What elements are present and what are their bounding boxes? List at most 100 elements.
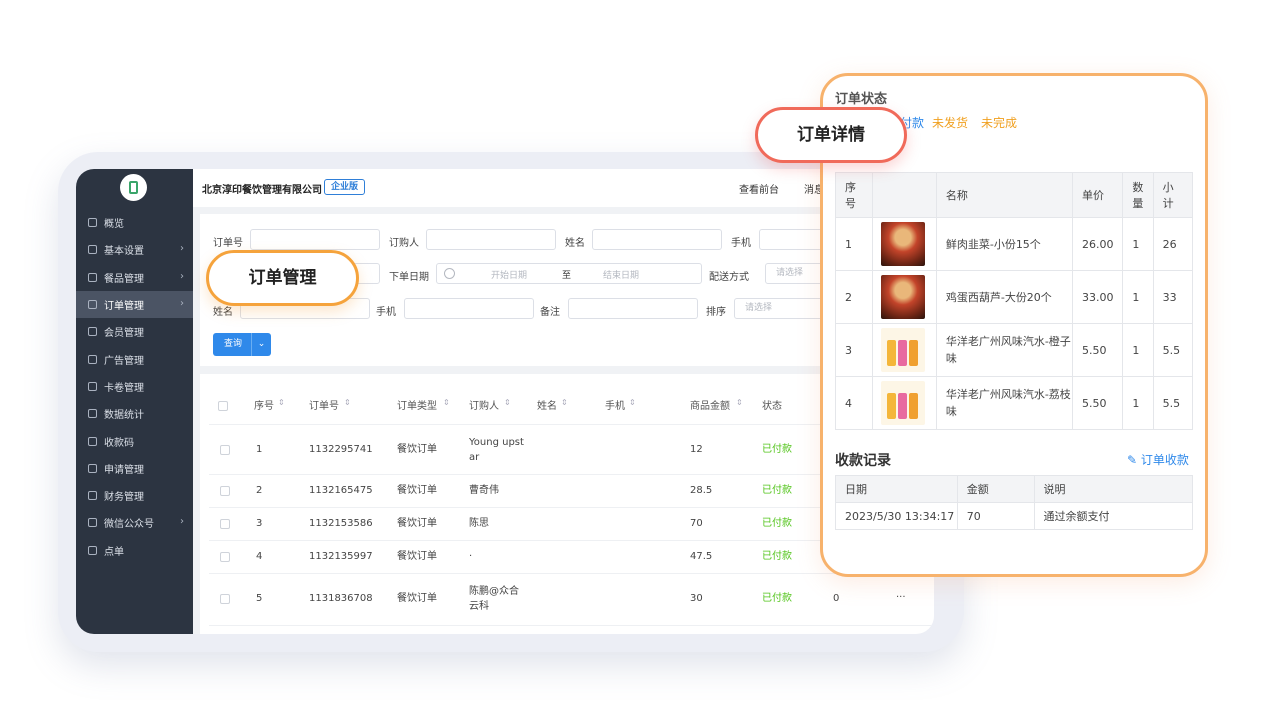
- payment-date: 2023/5/30 13:34:17: [835, 502, 958, 530]
- row-order-type: 餐饮订单: [397, 443, 437, 455]
- row-order-no: 1132295741: [309, 443, 373, 455]
- end-date: 结束日期: [603, 271, 640, 281]
- item-subtotal: 26: [1152, 217, 1194, 271]
- status-unfinished: 未完成: [981, 116, 1018, 130]
- phone-label: 手机: [731, 238, 751, 249]
- row-buyer: ·: [469, 550, 473, 562]
- row-status: 已付款: [762, 443, 792, 455]
- item-index: 4: [834, 376, 874, 430]
- row-checkbox[interactable]: [220, 551, 230, 562]
- select-all-checkbox[interactable]: [218, 401, 228, 411]
- more-actions-button[interactable]: ···: [896, 590, 906, 605]
- row-status: 已付款: [762, 484, 792, 496]
- item-name: 鸡蛋西葫芦-大份20个: [935, 270, 1073, 324]
- row-status: 已付款: [762, 517, 792, 529]
- detail-header-cell: 小 计: [1152, 172, 1194, 218]
- can-shape: [887, 393, 897, 419]
- item-qty: 1: [1122, 217, 1154, 271]
- can-shape: [909, 340, 919, 366]
- table-header-cell: 订单类型: [397, 401, 437, 412]
- payment-body: 2023/5/30 13:34:17 70 通过余额支付: [835, 502, 1194, 530]
- item-name: 鲜肉韭菜-小份15个: [935, 217, 1073, 271]
- row-order-type: 餐饮订单: [397, 517, 437, 529]
- name-label: 姓名: [565, 238, 585, 249]
- collect-payment-label: 订单收款: [1140, 453, 1189, 467]
- row-buyer: 陈思: [469, 517, 489, 529]
- row-order-no: 1132165475: [309, 484, 373, 496]
- soda-cans-image: [881, 381, 926, 425]
- clock-icon: [444, 268, 455, 279]
- name-input[interactable]: [592, 229, 722, 250]
- row-checkbox[interactable]: [220, 594, 230, 604]
- detail-header-cell: 序 号: [834, 172, 874, 218]
- table-divider: [209, 573, 934, 574]
- row-index: 5: [256, 593, 263, 604]
- item-subtotal: 5.5: [1152, 323, 1194, 377]
- can-shape: [898, 393, 908, 419]
- order-date-label: 下单日期: [389, 272, 429, 283]
- row-index: 1: [256, 443, 263, 455]
- row-checkbox[interactable]: [220, 485, 230, 496]
- row-checkbox[interactable]: [220, 518, 230, 529]
- sort-icon[interactable]: ⇕: [561, 398, 568, 407]
- date-range-picker[interactable]: 开始日期 至 结束日期: [436, 263, 702, 284]
- row-amount: 28.5: [690, 484, 713, 496]
- can-shape: [909, 393, 919, 419]
- payment-header: 日期 金额 说明: [835, 475, 1194, 503]
- start-date: 开始日期: [491, 271, 528, 281]
- can-shape: [898, 340, 908, 366]
- payment-table: 日期 金额 说明 2023/5/30 13:34:17 70 通过余额支付: [835, 475, 1194, 530]
- remark-input[interactable]: [568, 298, 698, 319]
- buyer-input[interactable]: [426, 229, 556, 250]
- sort-icon[interactable]: ⇕: [504, 398, 511, 407]
- item-price: 33.00: [1071, 270, 1124, 324]
- table-divider: [209, 625, 934, 626]
- table-header-cell: 手机: [605, 401, 625, 412]
- row-order-no: 1132135997: [309, 550, 373, 562]
- sort-icon[interactable]: ⇕: [344, 398, 351, 407]
- sort-icon[interactable]: ⇕: [629, 398, 636, 407]
- query-button[interactable]: 查询 ⌄: [213, 333, 271, 356]
- row-amount: 47.5: [690, 550, 713, 562]
- item-subtotal: 33: [1152, 270, 1194, 324]
- order-no-input[interactable]: [250, 229, 380, 250]
- row-checkbox[interactable]: [220, 444, 230, 455]
- payment-header-cell: 说明: [1033, 475, 1194, 503]
- item-name: 华洋老广州风味汽水-橙子味: [935, 323, 1073, 377]
- row-order-type: 餐饮订单: [397, 484, 437, 496]
- order-item-row: 1 鲜肉韭菜-小份15个 26.00 1 26: [834, 217, 1194, 271]
- payment-header-cell: 金额: [956, 475, 1035, 503]
- row-index: 2: [256, 484, 263, 496]
- item-index: 3: [834, 323, 874, 377]
- row-index: 4: [256, 550, 263, 562]
- detail-header-cell: [872, 172, 937, 218]
- item-qty: 1: [1122, 323, 1154, 377]
- item-image-cell: [872, 270, 937, 324]
- remark-label: 备注: [540, 307, 560, 318]
- phone2-input[interactable]: [404, 298, 534, 319]
- table-header-cell: 姓名: [537, 401, 557, 412]
- dumplings-image: [881, 275, 926, 319]
- chevron-down-icon[interactable]: ⌄: [251, 333, 271, 356]
- row-amount: 30: [690, 593, 703, 604]
- collect-payment-link[interactable]: ✎ 订单收款: [1127, 451, 1189, 468]
- item-qty: 1: [1122, 376, 1154, 430]
- table-header-cell: 商品金额: [690, 401, 730, 412]
- order-status-title: 订单状态: [835, 92, 888, 107]
- order-item-row: 2 鸡蛋西葫芦-大份20个 33.00 1 33: [834, 270, 1194, 324]
- sort-icon[interactable]: ⇕: [443, 398, 450, 407]
- payment-amount: 70: [956, 502, 1035, 530]
- delivery-label: 配送方式: [709, 272, 749, 283]
- row-amount: 12: [690, 443, 703, 455]
- item-image-cell: [872, 376, 937, 430]
- payment-row: 2023/5/30 13:34:17 70 通过余额支付: [835, 502, 1194, 530]
- row-buyer: 陈鹏@众合 云科: [469, 586, 519, 612]
- sort-icon[interactable]: ⇕: [278, 398, 285, 407]
- detail-header-cell: 数 量: [1122, 172, 1154, 218]
- payment-header-cell: 日期: [835, 475, 958, 503]
- order-detail-callout: 订单详情: [755, 107, 907, 163]
- sort-icon[interactable]: ⇕: [736, 398, 743, 407]
- item-name: 华洋老广州风味汽水-荔枝味: [935, 376, 1073, 430]
- row-buyer: Young upst ar: [469, 436, 524, 463]
- soda-cans-image: [881, 328, 926, 372]
